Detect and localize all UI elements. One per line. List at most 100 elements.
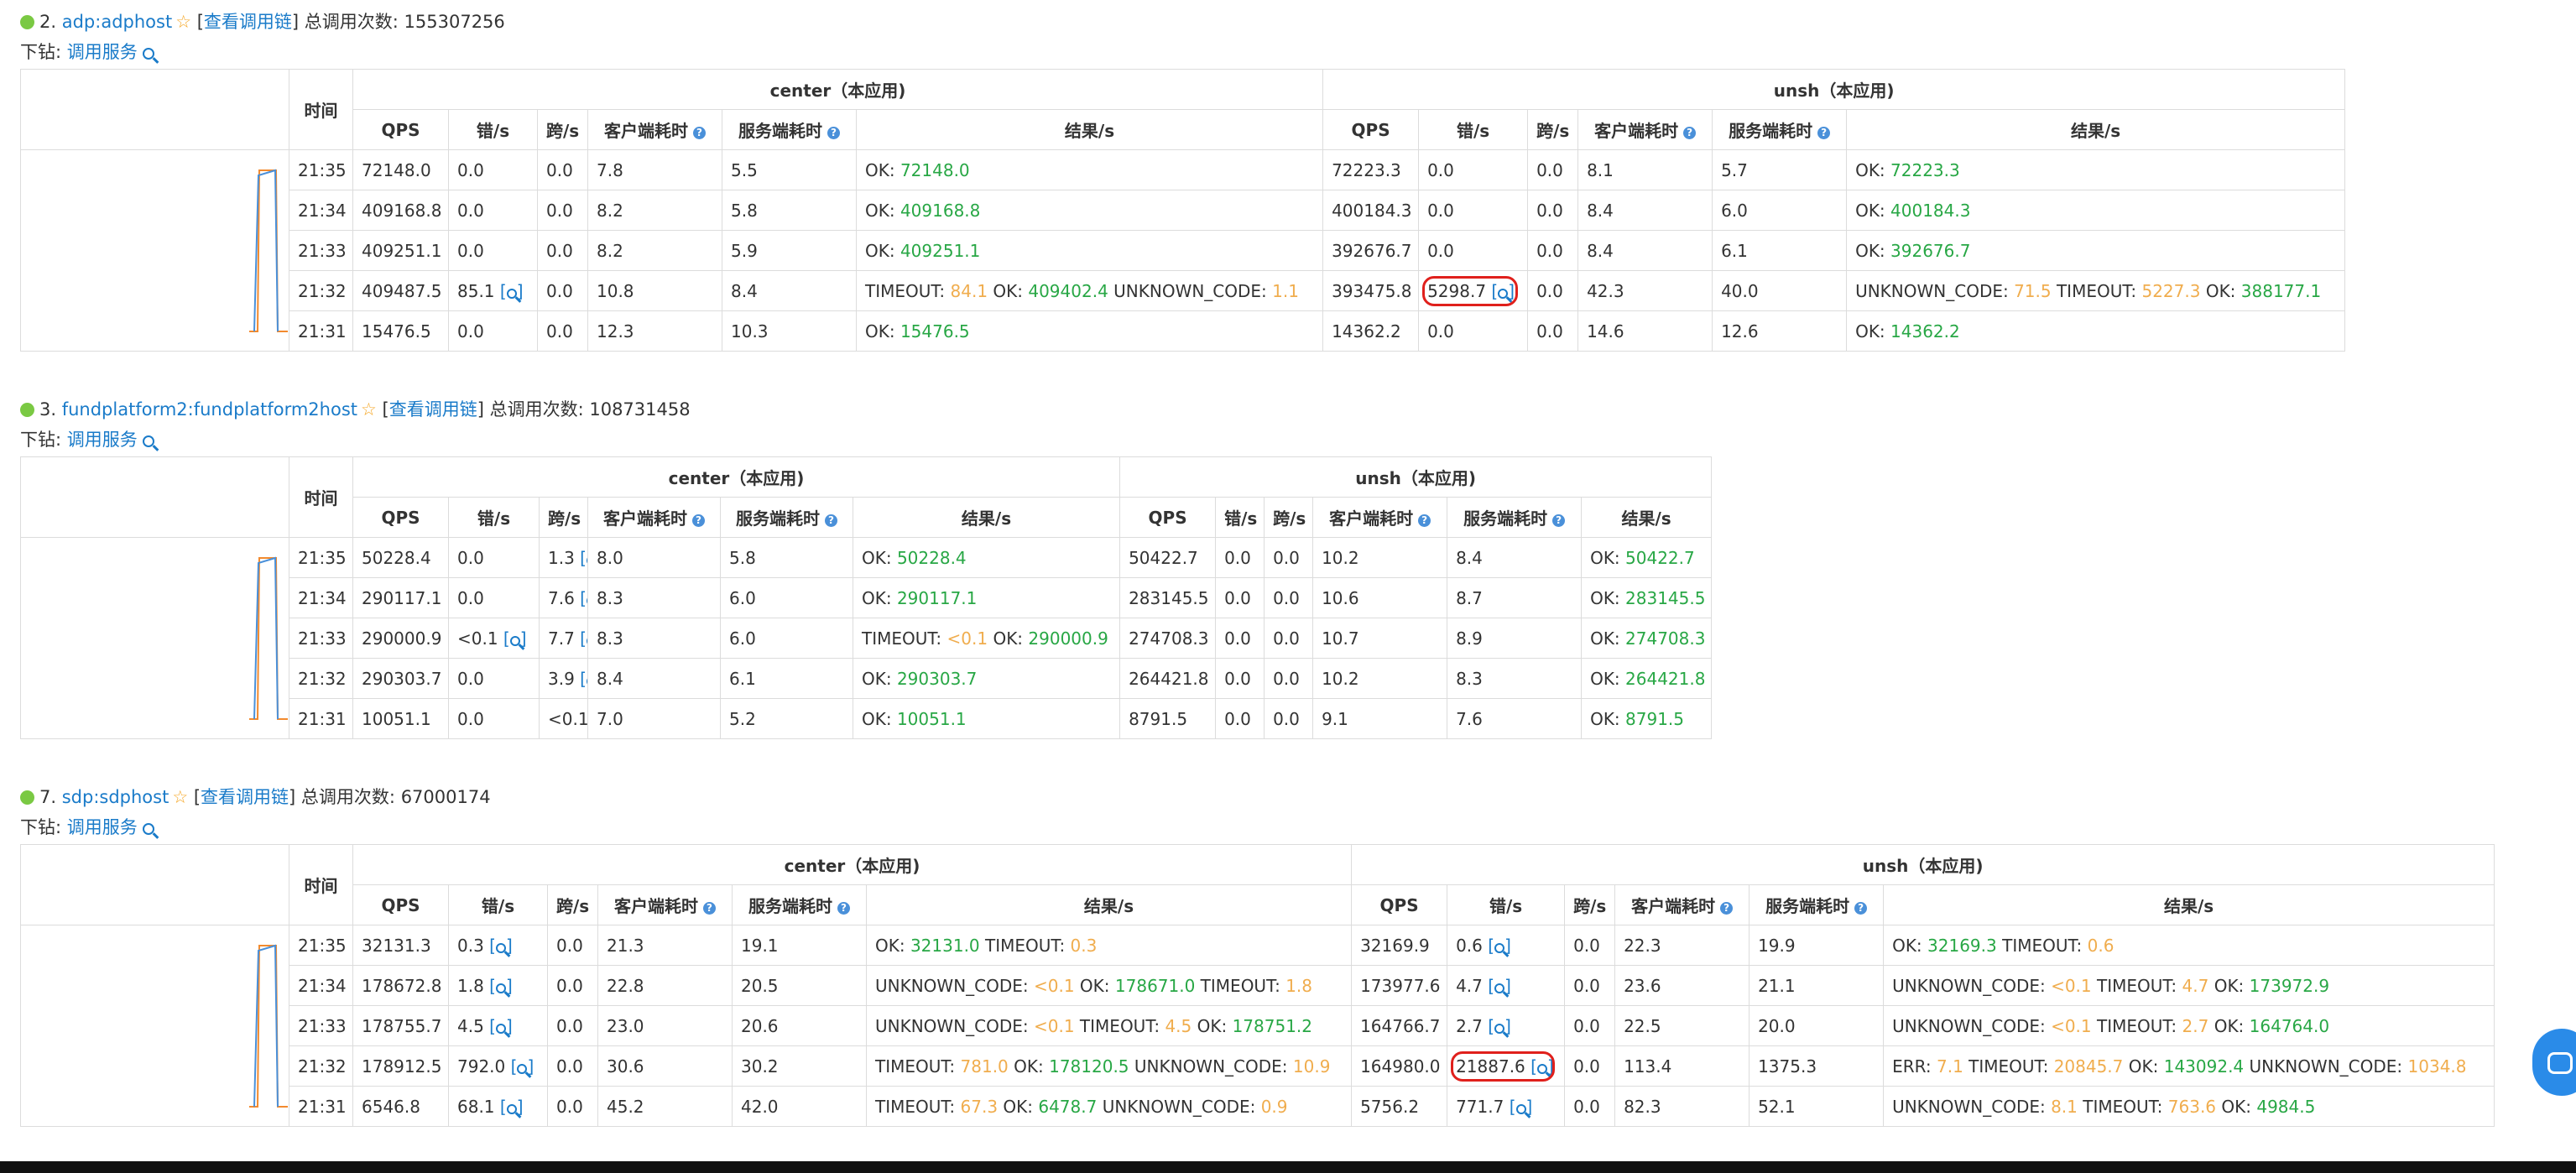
err-cell: 0.0 — [1215, 618, 1265, 659]
zoom-link[interactable]: [] — [575, 548, 587, 568]
call-chain-link[interactable]: 查看调用链 — [201, 787, 289, 807]
client-time-cell: 8.1 — [1577, 149, 1713, 190]
result-value: 10051.1 — [896, 708, 967, 729]
result-value: 763.6 — [2167, 1096, 2217, 1117]
cell-value: 0.0 — [1536, 321, 1563, 341]
magnifier-icon[interactable] — [509, 635, 520, 646]
cross-cell: 0.0 — [547, 1086, 598, 1127]
results-cell: OK: 274708.3 — [1581, 618, 1713, 659]
time-cell: 21:33 — [289, 230, 353, 271]
help-circle-icon[interactable]: ? — [1552, 514, 1566, 527]
result-value: 1034.8 — [2407, 1056, 2467, 1077]
help-circle-icon[interactable]: ? — [1817, 127, 1831, 139]
magnifier-icon[interactable] — [495, 1023, 506, 1034]
result-label: TIMEOUT: — [1963, 1056, 2054, 1077]
magnifier-icon[interactable] — [495, 942, 506, 953]
result-label: OK: — [1008, 1056, 1050, 1077]
zoom-link[interactable]: [] — [484, 1016, 513, 1036]
magnifier-icon[interactable] — [1498, 288, 1509, 299]
result-label: OK: — [1892, 935, 1928, 956]
help-circle-icon[interactable]: ? — [703, 902, 716, 915]
help-circle-icon[interactable]: ? — [827, 127, 840, 139]
call-service-link[interactable]: 调用服务 — [67, 817, 143, 837]
result-value: 781.0 — [960, 1056, 1009, 1077]
status-dot-icon — [20, 790, 34, 805]
help-circle-icon[interactable]: ? — [1683, 127, 1697, 139]
zoom-link[interactable]: [] — [1483, 976, 1511, 996]
zoom-link[interactable]: [] — [1525, 1056, 1554, 1077]
cross-cell: 0.0 — [1264, 618, 1314, 659]
star-icon[interactable]: ☆ — [175, 12, 191, 32]
call-chain-link[interactable]: 查看调用链 — [389, 399, 477, 420]
call-service-link[interactable]: 调用服务 — [67, 42, 143, 62]
search-icon[interactable] — [143, 823, 155, 835]
floating-help-button[interactable] — [2532, 1029, 2576, 1096]
result-value: 409168.8 — [900, 200, 981, 221]
magnifier-icon[interactable] — [517, 1063, 528, 1074]
magnifier-icon[interactable] — [495, 983, 506, 993]
app-name-link[interactable]: sdp:sdphost — [62, 787, 169, 807]
zoom-link[interactable]: [] — [484, 976, 513, 996]
cell-value: 792.0 — [457, 1056, 506, 1077]
result-label: UNKNOWN_CODE: — [1892, 1015, 2052, 1036]
result-label: UNKNOWN_CODE: — [1108, 280, 1273, 301]
magnifier-icon[interactable] — [1494, 942, 1505, 953]
result-label: OK: — [1192, 1015, 1233, 1036]
cross-cell: 0.0 — [1564, 1045, 1616, 1087]
time-cell: 21:32 — [289, 658, 353, 699]
status-dot-icon — [20, 15, 34, 29]
call-chain-link[interactable]: 查看调用链 — [204, 12, 292, 32]
zoom-link[interactable]: [] — [1483, 936, 1511, 956]
search-icon[interactable] — [143, 435, 155, 447]
result-value: <0.1 — [2051, 1015, 2092, 1036]
app-name-link[interactable]: adp:adphost — [62, 12, 172, 32]
client-time-cell: 10.2 — [1312, 658, 1448, 699]
help-circle-icon[interactable]: ? — [693, 127, 706, 139]
result-label: OK: — [865, 240, 900, 261]
chat-icon — [2547, 1052, 2573, 1074]
search-icon[interactable] — [143, 48, 155, 60]
cell-value: 68.1 — [457, 1096, 495, 1117]
help-circle-icon[interactable]: ? — [1854, 902, 1868, 915]
magnifier-icon[interactable] — [1536, 1063, 1547, 1074]
help-circle-icon[interactable]: ? — [1720, 902, 1734, 915]
app-name-link[interactable]: fundplatform2:fundplatform2host — [62, 399, 357, 420]
result-value: 392676.7 — [1890, 240, 1971, 261]
zoom-link[interactable]: [] — [1483, 1016, 1511, 1036]
zoom-link[interactable]: [] — [495, 1097, 524, 1117]
zoom-link[interactable]: [] — [495, 281, 524, 301]
magnifier-icon[interactable] — [506, 1103, 517, 1114]
client-time-cell: 45.2 — [597, 1086, 733, 1127]
magnifier-icon[interactable] — [1494, 1023, 1505, 1034]
star-icon[interactable]: ☆ — [172, 787, 188, 807]
help-circle-icon[interactable]: ? — [837, 902, 850, 915]
help-circle-icon[interactable]: ? — [825, 514, 837, 527]
server-time-cell: 30.2 — [732, 1045, 867, 1087]
zoom-link[interactable]: [] — [498, 628, 527, 649]
err-cell: 0.0 — [448, 230, 538, 271]
zoom-link[interactable]: [] — [575, 669, 587, 689]
zoom-link[interactable]: [] — [575, 588, 587, 608]
help-circle-icon[interactable]: ? — [1418, 514, 1431, 527]
result-value: <0.1 — [946, 628, 988, 649]
call-service-link[interactable]: 调用服务 — [67, 430, 143, 450]
magnifier-icon[interactable] — [1494, 983, 1505, 993]
zoom-link[interactable]: [] — [1486, 281, 1515, 301]
star-icon[interactable]: ☆ — [361, 399, 377, 420]
column-client-time: 客户端耗时? — [597, 884, 733, 925]
zoom-link[interactable]: [] — [484, 936, 513, 956]
magnifier-icon[interactable] — [506, 288, 517, 299]
zoom-link[interactable]: [] — [505, 1056, 534, 1077]
client-time-cell: 8.3 — [587, 618, 721, 659]
server-time-cell: 42.0 — [732, 1086, 867, 1127]
help-circle-icon[interactable]: ? — [692, 514, 705, 527]
err-cell: 2.7 [] — [1447, 1005, 1566, 1046]
column-server-time: 服务端耗时? — [722, 109, 857, 150]
result-label: TIMEOUT: — [1996, 935, 2088, 956]
zoom-link[interactable]: [] — [1504, 1097, 1533, 1117]
sparkline-chart — [20, 537, 289, 739]
column-results: 结果/s — [1581, 497, 1713, 538]
magnifier-icon[interactable] — [1515, 1103, 1526, 1114]
results-cell: OK: 32169.3 TIMEOUT: 0.6 — [1883, 925, 2495, 966]
zoom-link[interactable]: [] — [575, 628, 587, 649]
